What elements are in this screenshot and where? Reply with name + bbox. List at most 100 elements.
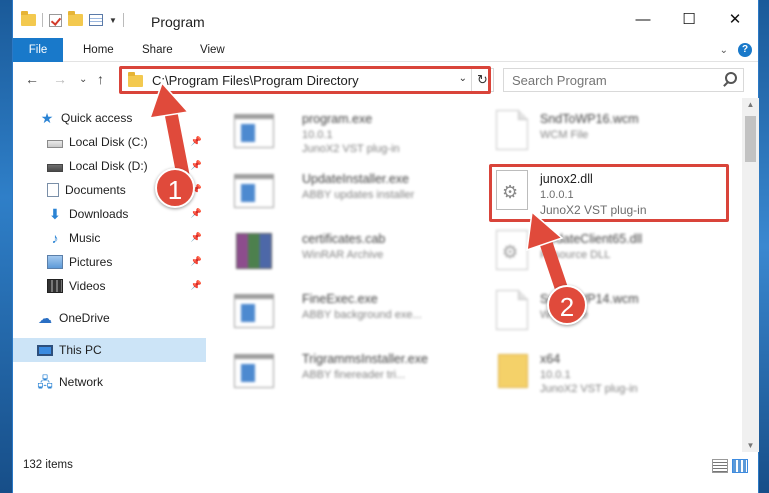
sidebar-item-label: Local Disk (C:) [69,135,148,149]
documents-icon [47,183,59,197]
sidebar-item-pictures[interactable]: Pictures 📌 [13,250,206,274]
pin-icon[interactable]: 📌 [191,232,202,243]
ribbon-tabs: File Home Share View ⌄ ? [13,38,758,62]
scroll-down-icon[interactable]: ▼ [742,441,759,450]
list-item[interactable]: program.exe 10.0.1 JunoX2 VST plug-in [218,102,468,162]
file-list: program.exe 10.0.1 JunoX2 VST plug-in Sn… [218,98,741,452]
videos-icon [47,279,63,293]
list-item[interactable]: ⚙ UpdateClient65.dll Resource DLL [476,222,726,282]
sidebar-item-videos[interactable]: Videos 📌 [13,274,206,298]
list-item[interactable]: certificates.cab WinRAR Archive [218,222,468,282]
view-switcher [712,459,748,473]
minimize-button[interactable]: — [620,0,666,38]
sidebar-item-onedrive[interactable]: ☁ OneDrive [13,306,206,330]
pin-icon[interactable]: 📌 [191,280,202,291]
maximize-button[interactable]: ☐ [666,0,712,38]
drive-icon [47,164,63,172]
details-view-icon[interactable] [712,459,728,473]
gear-document-icon: ⚙ [492,230,532,272]
sidebar-item-label: Pictures [69,255,113,269]
document-icon [492,110,532,152]
sidebar-item-music[interactable]: ♪ Music 📌 [13,226,206,250]
forward-arrow-icon[interactable]: → [53,71,67,87]
title-bar: ▼ Program — ☐ ✕ [13,0,758,38]
file-highlight-box [489,164,729,222]
tiles-view-icon[interactable] [732,459,748,473]
exe-icon [234,110,274,152]
close-button[interactable]: ✕ [712,0,758,38]
music-icon: ♪ [51,230,59,246]
sidebar-item-local-disk-c[interactable]: Local Disk (C:) 📌 [13,130,206,154]
pin-icon[interactable]: 📌 [191,136,202,147]
tab-share[interactable]: Share [142,38,173,62]
window-controls: — ☐ ✕ [620,0,758,38]
list-item[interactable]: x64 10.0.1 JunoX2 VST plug-in [476,342,726,402]
address-highlight-box [119,66,491,94]
pin-icon[interactable]: 📌 [191,256,202,267]
customize-toolbar-icon[interactable]: ▼ [109,16,117,25]
properties-check-icon[interactable] [49,13,62,27]
scroll-up-icon[interactable]: ▲ [742,100,759,109]
up-arrow-icon[interactable]: ↑ [97,71,104,87]
search-input[interactable] [512,70,712,90]
toolbar-separator [42,13,43,27]
sidebar-item-label: Downloads [69,207,129,221]
folder-icon[interactable] [21,11,36,26]
list-item[interactable]: FineExec.exe ABBY background exe... [218,282,468,342]
list-item[interactable]: TrigrammsInstaller.exe ABBY finereader t… [218,342,468,402]
sidebar-item-quick-access[interactable]: ★ Quick access [13,106,206,130]
sidebar-item-label: Documents [65,183,126,197]
pin-icon[interactable]: 📌 [191,160,202,171]
exe-icon [234,170,274,212]
download-icon: ⬇ [49,206,61,222]
sidebar-item-network[interactable]: 🖧 Network [13,370,206,394]
star-icon: ★ [40,110,54,126]
window-title: Program [151,14,205,30]
search-box[interactable] [503,68,744,92]
sidebar-item-this-pc[interactable]: This PC [13,338,206,362]
new-folder-icon[interactable] [68,11,83,26]
explorer-window: ▼ Program — ☐ ✕ File Home Share View ⌄ ?… [12,0,759,493]
item-count: 132 items [23,459,73,471]
rar-icon [234,230,274,272]
list-item[interactable]: SndToWP16.wcm WCM File [476,102,726,162]
tab-view[interactable]: View [200,38,225,62]
computer-icon [37,344,53,356]
drive-icon [47,140,63,148]
sidebar-item-label: This PC [59,343,102,357]
pin-icon[interactable]: 📌 [191,208,202,219]
status-bar: 132 items [13,456,758,478]
cloud-icon: ☁ [38,310,52,326]
sidebar-item-label: Quick access [61,111,133,125]
ribbon-right-controls: ⌄ ? [720,43,752,57]
navigation-pane: ★ Quick access Local Disk (C:) 📌 Local D… [13,98,206,452]
sidebar-item-label: Music [69,231,101,245]
list-item[interactable]: UpdateInstaller.exe ABBY updates install… [218,162,468,222]
callout-badge-one: 1 [155,168,195,208]
exe-icon [234,350,274,392]
sidebar-item-label: Local Disk (D:) [69,159,148,173]
quick-access-toolbar: ▼ [21,11,124,27]
tab-home[interactable]: Home [83,38,114,62]
desktop-background-left [0,0,12,493]
pictures-icon [47,255,63,269]
properties-icon[interactable] [89,14,103,26]
desktop-background-right [759,0,769,493]
network-icon: 🖧 [37,374,53,390]
sidebar-item-label: Videos [69,279,106,293]
scroll-thumb[interactable] [745,116,756,162]
vertical-scrollbar[interactable]: ▲ ▼ [742,98,759,452]
tab-file[interactable]: File [13,38,63,62]
sidebar-item-label: OneDrive [59,311,110,325]
expand-ribbon-icon[interactable]: ⌄ [720,45,728,56]
list-item[interactable]: SndToWP14.wcm WCM File [476,282,726,342]
sidebar-item-label: Network [59,375,104,389]
recent-locations-icon[interactable]: ⌄ [79,74,87,85]
search-icon[interactable] [725,72,737,84]
help-icon[interactable]: ? [738,43,752,57]
back-arrow-icon[interactable]: ← [25,71,39,87]
document-icon [492,290,532,332]
callout-badge-two: 2 [547,285,587,325]
folder-icon [492,350,532,392]
exe-icon [234,290,274,332]
